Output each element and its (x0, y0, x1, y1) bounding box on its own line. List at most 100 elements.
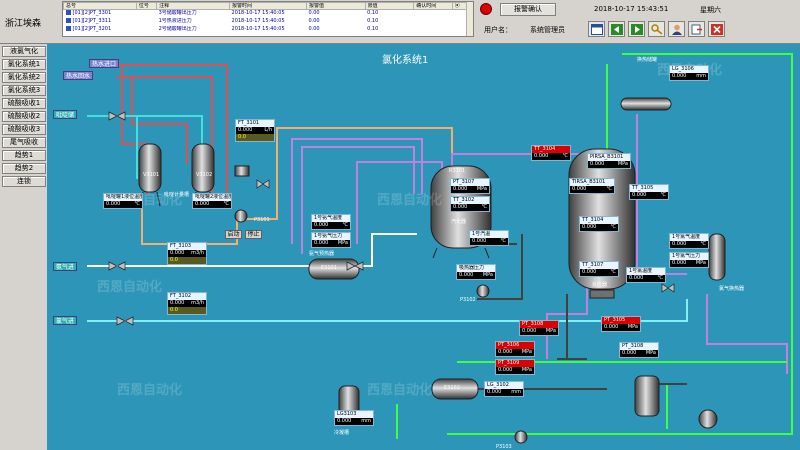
start-button[interactable]: 启动 (225, 230, 242, 239)
watermark: 西恩自动化 (367, 383, 433, 398)
v3101-label: V3101 (143, 172, 160, 178)
col-header[interactable]: 报警值 (305, 2, 366, 10)
ammonia-label: 氨气进 (53, 262, 78, 271)
p3102-label: P3102 (460, 297, 476, 303)
alarm-instrument-pt3106[interactable]: PT_3106 0.000 MPa (495, 341, 535, 357)
hot-water-out-label: 热水回水 (63, 71, 94, 80)
v3102-label: V3102 (196, 172, 213, 178)
evaporator-label: 汽化器 (451, 219, 467, 225)
meter-tank-label: 吡啶计量槽 (164, 192, 190, 198)
instrument-ft3103[interactable]: FT_3103 0.000 m3/h 0.0 (167, 242, 207, 265)
window-icon[interactable] (588, 21, 605, 37)
tank-bottom-label: 冷凝槽 (334, 430, 350, 436)
orange-pipes (141, 127, 453, 245)
instrument-ammonia1-temp[interactable]: 1号氨气温度 0.000 ℃ (311, 214, 351, 230)
nav-item[interactable]: 氯化系统2 (2, 72, 46, 83)
alarm-instrument-tt3104[interactable]: TT_3104 0.000 ℃ (531, 145, 571, 161)
pyridine-label: 吡啶储 (53, 110, 78, 119)
instrument-tt3107[interactable]: TT_3107 0.000 ℃ (579, 261, 619, 277)
alarm-icon (65, 26, 71, 31)
p3103-label: P3103 (496, 444, 512, 450)
fan-pump (698, 409, 718, 429)
nav-item[interactable]: 硫酸吸收2 (2, 111, 46, 122)
nav-item[interactable]: 趋势2 (2, 163, 46, 174)
weekday: 星期六 (700, 6, 721, 14)
user-icon[interactable] (668, 21, 685, 37)
heat-exchanger-label: 氯气换热器 (719, 286, 745, 292)
nav-item[interactable]: 趋势1 (2, 150, 46, 161)
alarm-row[interactable]: [01][2]PT_3201 2号储酸罐出压力 2018-10-17 15:40… (64, 26, 473, 34)
hot-water-in-label: 热水进口 (89, 59, 120, 68)
instrument-ft3101[interactable]: FT_3101 0.000 L/h 0.0 (235, 119, 275, 142)
instrument-pyridine-tank2-temp[interactable]: 吡啶罐2液位温度 0.000 ℃ (192, 193, 232, 209)
instrument-pt3108-right[interactable]: PT_3108 0.000 MPa (619, 342, 659, 358)
reactor-label: 反应器 (592, 282, 608, 288)
alarm-row[interactable]: [01][2]PT_3311 1号热液进压力 2018-10-17 15:40:… (64, 18, 473, 26)
instrument-lg3106[interactable]: LG_3106 0.000 mm (669, 65, 709, 81)
instrument-pt3107[interactable]: PT_3107 0.000 MPa (450, 178, 490, 194)
instrument-chlorine-temp[interactable]: 1号氯温度 0.000 ℃ (626, 267, 666, 283)
instrument-chlorine1-temp[interactable]: 1号氯气温度 0.000 ℃ (669, 233, 709, 249)
watermark: 西恩自动化 (377, 193, 443, 208)
col-header[interactable]: 位号 (135, 2, 158, 10)
nav-item[interactable]: 氯化系统3 (2, 85, 46, 96)
watermark: 西恩自动化 (117, 383, 183, 398)
nav-item[interactable]: 液氯气化 (2, 46, 46, 57)
r3102-label: E3102 (444, 385, 460, 391)
alarm-table[interactable]: 总号 位号 注释 报警时间 报警值 限值 确认时间 ⦿ [01][2]PT_33… (62, 1, 474, 37)
col-header[interactable]: 总号 (63, 2, 137, 10)
sidebar-nav: 液氯气化 氯化系统1 氯化系统2 氯化系统3 硫酸吸收1 硫酸吸收2 硫酸吸收3… (0, 44, 46, 450)
screen-title: 氯化系统1 (382, 55, 429, 66)
process-diagram: 氯化系统1 西恩自动化 西恩自动化 西恩自动化 西恩自动化 西恩自动化 西恩自动… (47, 44, 800, 450)
nav-item[interactable]: 尾气吸收 (2, 137, 46, 148)
p3102-pump (476, 284, 490, 298)
watermark: 西恩自动化 (97, 280, 163, 295)
col-header[interactable]: 注释 (156, 2, 231, 10)
col-header[interactable]: 限值 (364, 2, 415, 10)
alarm-icon (65, 10, 71, 16)
stop-button[interactable]: 停止 (245, 230, 262, 239)
instrument-lg3103[interactable]: LG3103 0.000 mm (334, 410, 374, 426)
alarm-instrument-pt3109[interactable]: PT_3109 0.000 MPa (495, 359, 535, 375)
user-label: 用户名： (484, 26, 512, 34)
top-tank-label: 换热储罐 (637, 57, 658, 63)
forward-icon[interactable] (628, 21, 645, 37)
instrument-lg3102[interactable]: LG_3102 0.000 mm (484, 381, 524, 397)
nav-item[interactable]: 氯化系统1 (2, 59, 46, 70)
col-header[interactable]: 报警时间 (229, 2, 307, 10)
back-icon[interactable] (608, 21, 625, 37)
key-icon[interactable] (648, 21, 665, 37)
login-icon[interactable] (688, 21, 705, 37)
nav-item[interactable]: 连锁 (2, 176, 46, 187)
alarm-ack-button[interactable]: 报警确认 (500, 3, 556, 16)
instrument-tt3105[interactable]: TT_3105 0.000 ℃ (629, 184, 669, 200)
col-header[interactable]: 确认时间 (413, 2, 453, 10)
instrument-tt3104[interactable]: TT_3104 0.000 ℃ (579, 216, 619, 232)
instrument-chlorine1-pressure[interactable]: 1号氯气压力 0.000 MPa (669, 252, 709, 268)
alarm-icon (65, 18, 71, 23)
datetime: 2018-10-17 15:43:51 (594, 5, 669, 13)
instrument-tirsa-b3101[interactable]: TIRSA_B3101 0.000 ℃ (569, 178, 615, 194)
preheater-label: 氨气预热器 (309, 251, 335, 257)
instrument-ft3102[interactable]: FT_3102 0.000 m3/h 0.0 (167, 292, 207, 315)
close-icon[interactable] (708, 21, 725, 37)
alarm-instrument-pt3105[interactable]: PT_3105 0.000 MPa (601, 316, 641, 332)
instrument-ammonia1-pressure[interactable]: 1号氨气压力 0.000 MPa (311, 232, 351, 248)
instrument-heat-absorber-pressure[interactable]: 吸热器压力 0.000 MPa (456, 264, 496, 280)
instrument-steam1-temp[interactable]: 1号汽温 0.000 ℃ (469, 230, 509, 246)
alarm-instrument-pt3108[interactable]: PT_3108 0.000 MPa (519, 320, 559, 336)
top-bar: 浙江埃森 总号 位号 注释 报警时间 报警值 限值 确认时间 ⦿ [01][2]… (0, 0, 800, 44)
instrument-pyridine-tank1-temp[interactable]: 吡啶罐1液位温度 0.000 ℃ (103, 193, 143, 209)
alarm-scrollbar[interactable] (466, 2, 473, 36)
p3101-pump (234, 209, 248, 223)
user-name: 系统管理员 (530, 26, 565, 34)
nav-item[interactable]: 硫酸吸收1 (2, 98, 46, 109)
p3103-pump (514, 430, 528, 444)
instrument-pirsa-b3101[interactable]: PIRSA_B3101 0.000 MPa (587, 153, 631, 169)
preheater-vessel (708, 233, 726, 281)
alarm-table-header: 总号 位号 注释 报警时间 报警值 限值 确认时间 ⦿ (63, 2, 473, 10)
nav-item[interactable]: 硫酸吸收3 (2, 124, 46, 135)
meter-tank-vessel (234, 165, 250, 177)
alarm-row[interactable]: [01][2]PT_3301 3号储酸罐出压力 2018-10-17 15:40… (64, 10, 473, 18)
instrument-tt3102[interactable]: TT_3102 0.000 ℃ (450, 196, 490, 212)
